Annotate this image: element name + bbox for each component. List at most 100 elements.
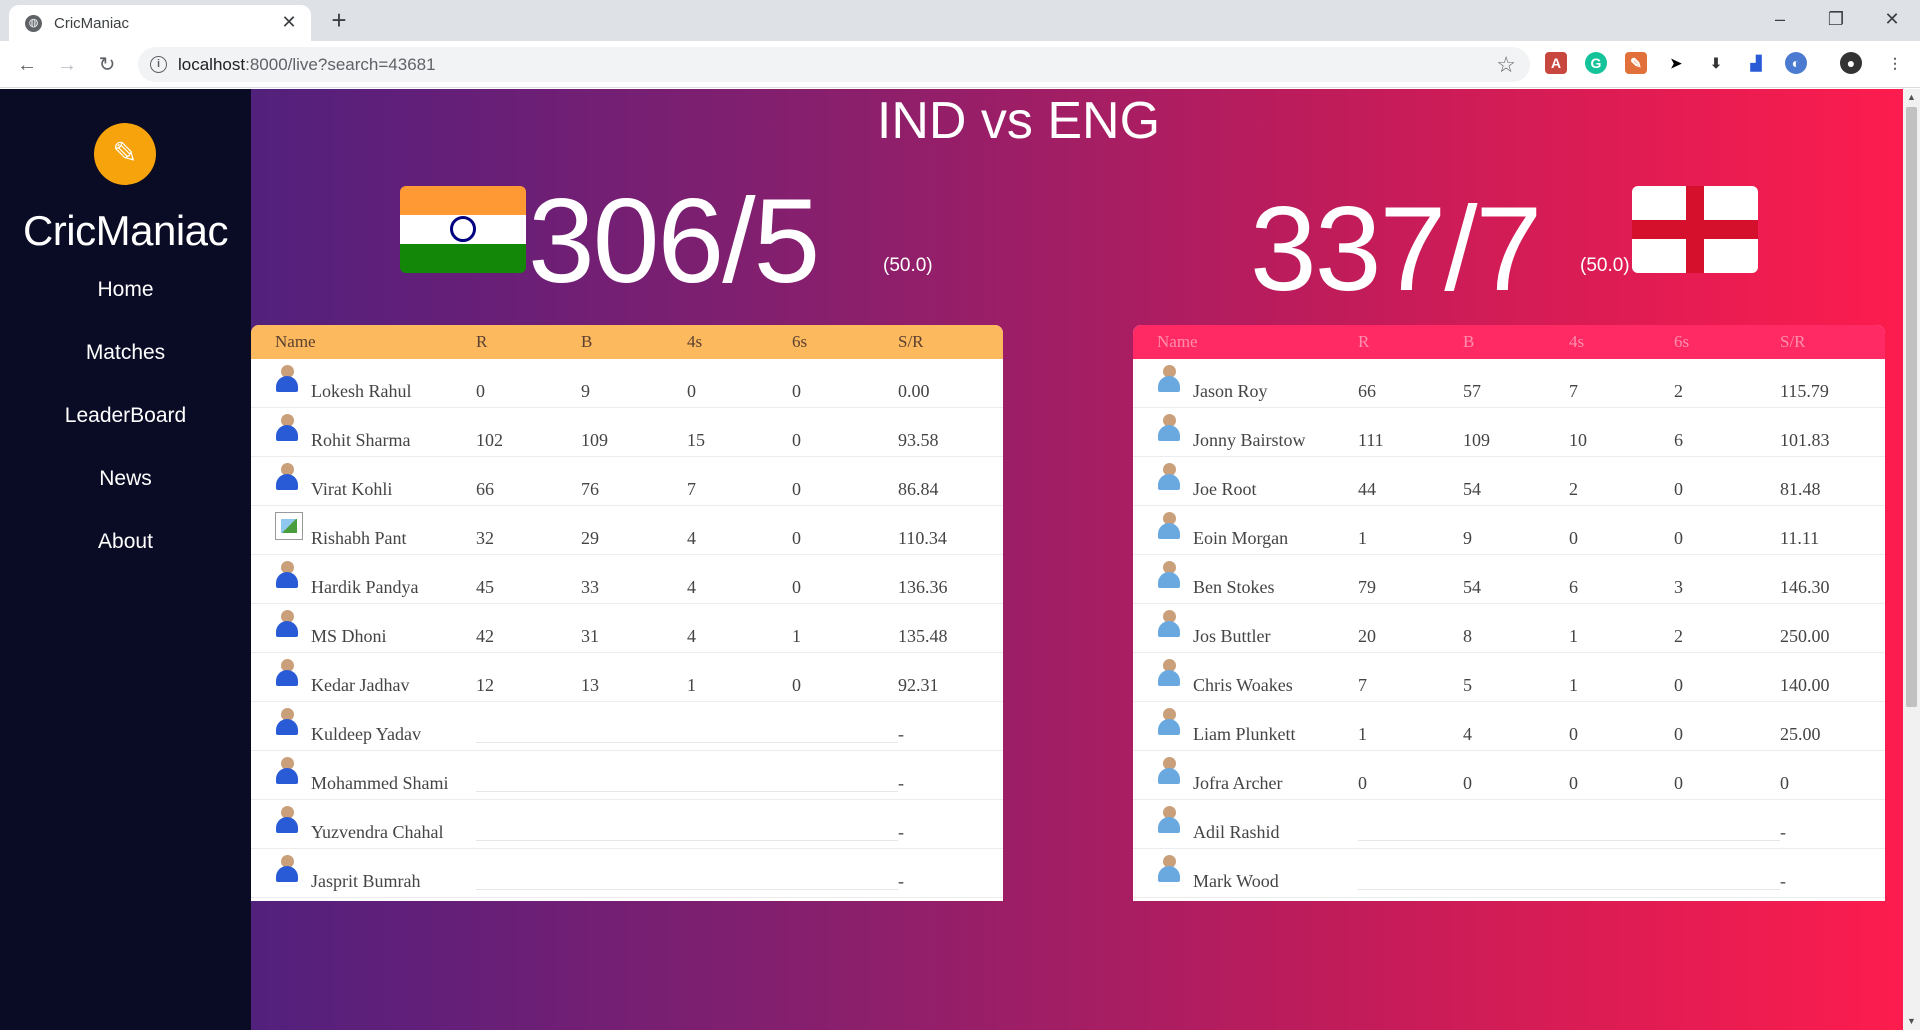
fours: 0 xyxy=(1569,724,1578,744)
fours: 4 xyxy=(687,528,696,548)
header-name: Name xyxy=(1157,332,1198,351)
player-name: Rohit Sharma xyxy=(311,430,411,450)
scroll-down-icon[interactable]: ▼ xyxy=(1903,1013,1920,1030)
reload-icon[interactable]: ↻ xyxy=(93,51,121,79)
player-name: Ben Stokes xyxy=(1193,577,1275,597)
maximize-icon[interactable]: ❐ xyxy=(1808,0,1864,41)
player-photo-icon xyxy=(275,806,299,834)
balls: 0 xyxy=(1463,773,1472,793)
runs: 7 xyxy=(1358,675,1367,695)
nav-home[interactable]: Home xyxy=(0,278,251,302)
forward-icon[interactable]: → xyxy=(53,51,81,79)
runs: 66 xyxy=(476,479,494,499)
fours: 6 xyxy=(1569,577,1578,597)
strike-rate: 135.48 xyxy=(898,626,948,646)
player-name: Jonny Bairstow xyxy=(1193,430,1306,450)
fours: 1 xyxy=(687,675,696,695)
page-scrollbar[interactable]: ▲ ▼ xyxy=(1903,89,1920,1030)
strike-rate: - xyxy=(1780,822,1786,842)
bookmark-star-icon[interactable]: ☆ xyxy=(1496,52,1516,78)
fours: 10 xyxy=(1569,430,1587,450)
table-row: Kedar Jadhav 12 13 1 0 92.31 xyxy=(251,653,1003,702)
player-name: Yuzvendra Chahal xyxy=(311,822,444,842)
vpn-extension-icon[interactable]: ◐ xyxy=(1785,52,1807,74)
url-text[interactable]: localhost:8000/live?search=43681 xyxy=(178,55,436,75)
sixes: 0 xyxy=(792,577,801,597)
table-row: Jonny Bairstow 111 109 10 6 101.83 xyxy=(1133,408,1885,457)
close-tab-icon[interactable]: ✕ xyxy=(279,12,299,32)
nav-about[interactable]: About xyxy=(0,530,251,554)
team1-table-header: Name R B 4s 6s S/R xyxy=(251,325,1003,359)
address-bar[interactable]: i localhost:8000/live?search=43681 ☆ xyxy=(138,47,1530,82)
strike-rate: - xyxy=(898,822,904,842)
player-name: Jofra Archer xyxy=(1193,773,1283,793)
scroll-thumb[interactable] xyxy=(1906,107,1917,707)
sixes: 0 xyxy=(1674,675,1683,695)
browser-tab[interactable]: ◍ CricManiac ✕ xyxy=(9,5,311,41)
balls: 109 xyxy=(581,430,608,450)
download-extension-icon[interactable]: ⬇ xyxy=(1705,52,1727,74)
player-photo-icon xyxy=(275,855,299,883)
scroll-up-icon[interactable]: ▲ xyxy=(1903,89,1920,106)
table-row: Eoin Morgan 1 9 0 0 11.11 xyxy=(1133,506,1885,555)
player-photo-icon xyxy=(275,610,299,638)
table-row: Rohit Sharma 102 109 15 0 93.58 xyxy=(251,408,1003,457)
strike-rate: 146.30 xyxy=(1780,577,1830,597)
nav-matches[interactable]: Matches xyxy=(0,341,251,365)
player-name: MS Dhoni xyxy=(311,626,387,646)
cricket-bat-icon[interactable]: ✎ xyxy=(94,123,156,185)
cursor-extension-icon[interactable]: ➤ xyxy=(1665,52,1687,74)
pdf-extension-icon[interactable]: A xyxy=(1545,52,1567,74)
table-row: Rishabh Pant 32 29 4 0 110.34 xyxy=(251,506,1003,555)
strike-rate: 0 xyxy=(1780,773,1789,793)
back-icon[interactable]: ← xyxy=(13,51,41,79)
header-4s: 4s xyxy=(687,332,703,351)
strike-rate: 101.83 xyxy=(1780,430,1830,450)
table-row: Jos Buttler 20 8 1 2 250.00 xyxy=(1133,604,1885,653)
player-photo-icon xyxy=(1157,659,1181,687)
chart-extension-icon[interactable]: ▟ xyxy=(1745,52,1767,74)
player-photo-icon xyxy=(1157,512,1181,540)
new-tab-icon[interactable]: + xyxy=(325,7,353,35)
sixes: 0 xyxy=(1674,479,1683,499)
team2-table-header: Name R B 4s 6s S/R xyxy=(1133,325,1885,359)
close-window-icon[interactable]: ✕ xyxy=(1864,0,1920,41)
player-name: Kuldeep Yadav xyxy=(311,724,421,744)
edit-extension-icon[interactable]: ✎ xyxy=(1625,52,1647,74)
table-row: Kuldeep Yadav - xyxy=(251,702,1003,751)
fours: 4 xyxy=(687,626,696,646)
header-6s: 6s xyxy=(1674,332,1690,351)
header-sr: S/R xyxy=(898,332,924,351)
fours: 7 xyxy=(687,479,696,499)
strike-rate: 86.84 xyxy=(898,479,939,499)
sixes: 0 xyxy=(792,430,801,450)
fours: 0 xyxy=(687,381,696,401)
menu-kebab-icon[interactable]: ⋮ xyxy=(1884,52,1906,74)
runs: 79 xyxy=(1358,577,1376,597)
player-name: Eoin Morgan xyxy=(1193,528,1289,548)
runs: 12 xyxy=(476,675,494,695)
player-photo-icon xyxy=(1157,757,1181,785)
did-not-bat-divider xyxy=(476,840,898,841)
minimize-icon[interactable]: – xyxy=(1752,0,1808,41)
nav-news[interactable]: News xyxy=(0,467,251,491)
player-name: Kedar Jadhav xyxy=(311,675,410,695)
player-photo-icon xyxy=(275,708,299,736)
team1-scorecard: Name R B 4s 6s S/R Lokesh Rahul 0 9 0 0 0.00 Rohit S… xyxy=(251,325,1003,901)
balls: 9 xyxy=(581,381,590,401)
did-not-bat-divider xyxy=(1358,840,1780,841)
brand-title[interactable]: CricManiac xyxy=(0,207,251,255)
sidebar: ✎ CricManiac Home Matches LeaderBoard Ne… xyxy=(0,89,251,1030)
profile-avatar-icon[interactable]: ● xyxy=(1840,52,1862,74)
team1-overs: (50.0) xyxy=(883,255,933,276)
balls: 8 xyxy=(1463,626,1472,646)
balls: 9 xyxy=(1463,528,1472,548)
fours: 0 xyxy=(1569,528,1578,548)
strike-rate: - xyxy=(898,871,904,891)
sixes: 0 xyxy=(792,479,801,499)
nav-leaderboard[interactable]: LeaderBoard xyxy=(0,404,251,428)
grammarly-extension-icon[interactable]: G xyxy=(1585,52,1607,74)
table-row: MS Dhoni 42 31 4 1 135.48 xyxy=(251,604,1003,653)
site-info-icon[interactable]: i xyxy=(150,56,167,73)
runs: 32 xyxy=(476,528,494,548)
